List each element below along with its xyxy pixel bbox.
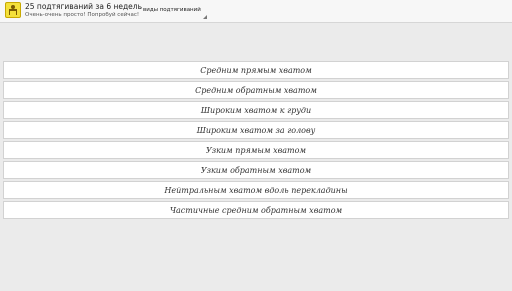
list-item-label: Широким хватом за голову — [196, 125, 316, 135]
list-item-label: Узким обратным хватом — [200, 165, 312, 175]
content-area: Средним прямым хватом Средним обратным х… — [0, 23, 512, 291]
list-item-label: Частичные средним обратным хватом — [169, 205, 343, 215]
list-item-label: Средним прямым хватом — [200, 65, 312, 75]
dropdown-corner-icon — [203, 15, 207, 19]
list-item[interactable]: Частичные средним обратным хватом — [3, 201, 509, 219]
action-bar: 25 подтягиваний за 6 недель Очень-очень … — [0, 0, 512, 23]
list-item[interactable]: Средним прямым хватом — [3, 61, 509, 79]
figure-body — [9, 9, 17, 15]
list-item[interactable]: Узким обратным хватом — [3, 161, 509, 179]
list-item-label: Средним обратным хватом — [195, 85, 317, 95]
list-item[interactable]: Узким прямым хватом — [3, 141, 509, 159]
list-item[interactable]: Нейтральным хватом вдоль перекладины — [3, 181, 509, 199]
spinner-selected-label: виды подтягиваний — [143, 7, 201, 13]
exercise-list: Средним прямым хватом Средним обратным х… — [3, 61, 509, 221]
list-item[interactable]: Широким хватом за голову — [3, 121, 509, 139]
list-item[interactable]: Широким хватом к груди — [3, 101, 509, 119]
list-item-label: Узким прямым хватом — [205, 145, 307, 155]
list-item-label: Широким хватом к груди — [200, 105, 312, 115]
app-subtitle: Очень-очень просто! Попробуй сейчас! — [25, 12, 140, 18]
list-item[interactable]: Средним обратным хватом — [3, 81, 509, 99]
pullup-figure-icon[interactable] — [5, 2, 21, 18]
app-title: 25 подтягиваний за 6 недель — [25, 2, 143, 11]
list-item-label: Нейтральным хватом вдоль перекладины — [164, 185, 348, 195]
pullup-types-spinner[interactable]: виды подтягиваний — [139, 0, 209, 21]
